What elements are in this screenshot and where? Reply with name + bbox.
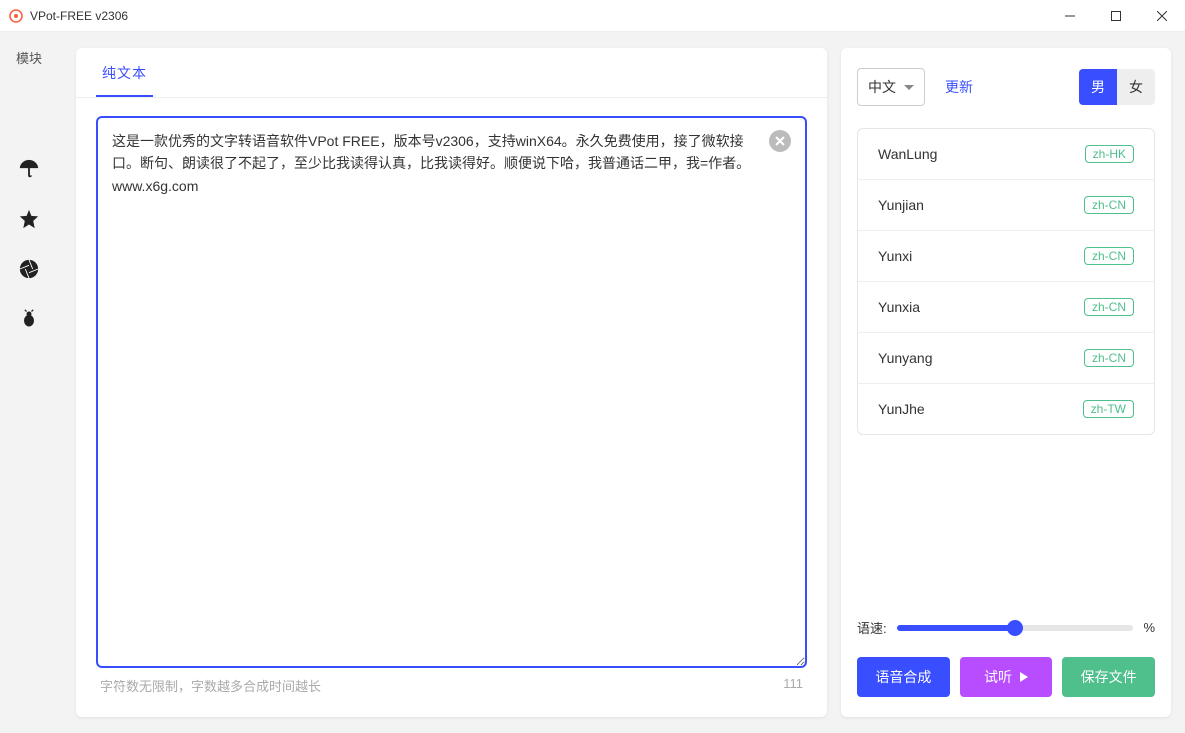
voice-name: Yunxi [878, 248, 912, 264]
voice-locale-badge: zh-CN [1084, 298, 1134, 316]
voice-locale-badge: zh-CN [1084, 247, 1134, 265]
titlebar: VPot-FREE v2306 [0, 0, 1185, 32]
voice-locale-badge: zh-HK [1085, 145, 1134, 163]
umbrella-icon[interactable] [17, 157, 41, 181]
minimize-button[interactable] [1047, 0, 1093, 31]
speed-slider[interactable] [897, 625, 1134, 631]
voice-locale-badge: zh-CN [1084, 196, 1134, 214]
voice-locale-badge: zh-TW [1083, 400, 1134, 418]
voice-item[interactable]: Yunxia zh-CN [858, 282, 1154, 333]
voice-name: Yunxia [878, 299, 920, 315]
play-icon [1020, 672, 1028, 682]
voice-item[interactable]: YunJhe zh-TW [858, 384, 1154, 434]
preview-label: 试听 [984, 667, 1012, 687]
text-panel: 纯文本 字符数无限制，字数越多合成时间越长 111 [76, 48, 827, 717]
sidebar-label: 模块 [16, 48, 42, 67]
preview-button[interactable]: 试听 [960, 657, 1053, 697]
sidebar: 模块 [0, 32, 58, 733]
lang-select[interactable]: 中文 [857, 68, 925, 106]
speed-unit: % [1143, 620, 1155, 635]
voice-locale-badge: zh-CN [1084, 349, 1134, 367]
voice-item[interactable]: Yunxi zh-CN [858, 231, 1154, 282]
tab-plaintext[interactable]: 纯文本 [96, 48, 153, 97]
close-button[interactable] [1139, 0, 1185, 31]
app-icon [8, 8, 24, 24]
footer-hint: 字符数无限制，字数越多合成时间越长 [100, 676, 321, 695]
voice-panel: 中文 更新 男 女 WanLung zh-HK Yunjian zh-CN Yunxi z… [841, 48, 1171, 717]
synth-button[interactable]: 语音合成 [857, 657, 950, 697]
star-icon[interactable] [17, 207, 41, 231]
voice-name: Yunjian [878, 197, 924, 213]
gender-toggle: 男 女 [1079, 69, 1155, 105]
voice-item[interactable]: Yunyang zh-CN [858, 333, 1154, 384]
text-input[interactable] [96, 116, 807, 668]
window-title: VPot-FREE v2306 [30, 9, 1047, 23]
aperture-icon[interactable] [17, 257, 41, 281]
voice-item[interactable]: WanLung zh-HK [858, 129, 1154, 180]
voice-item[interactable]: Yunjian zh-CN [858, 180, 1154, 231]
update-link[interactable]: 更新 [945, 77, 973, 97]
tabs: 纯文本 [76, 48, 827, 98]
save-button[interactable]: 保存文件 [1062, 657, 1155, 697]
chevron-down-icon [904, 85, 914, 90]
lang-label: 中文 [868, 77, 896, 97]
speed-label: 语速: [857, 618, 887, 637]
gender-male[interactable]: 男 [1079, 69, 1117, 105]
voice-name: WanLung [878, 146, 937, 162]
voice-name: Yunyang [878, 350, 933, 366]
bug-icon[interactable] [17, 307, 41, 331]
clear-icon[interactable] [769, 130, 791, 152]
maximize-button[interactable] [1093, 0, 1139, 31]
gender-female[interactable]: 女 [1117, 69, 1155, 105]
voice-name: YunJhe [878, 401, 925, 417]
window-controls [1047, 0, 1185, 31]
voice-list: WanLungzh-HKYunjianzh-CNYunxizh-CNYunxia… [857, 128, 1155, 435]
char-count: 111 [783, 676, 803, 695]
